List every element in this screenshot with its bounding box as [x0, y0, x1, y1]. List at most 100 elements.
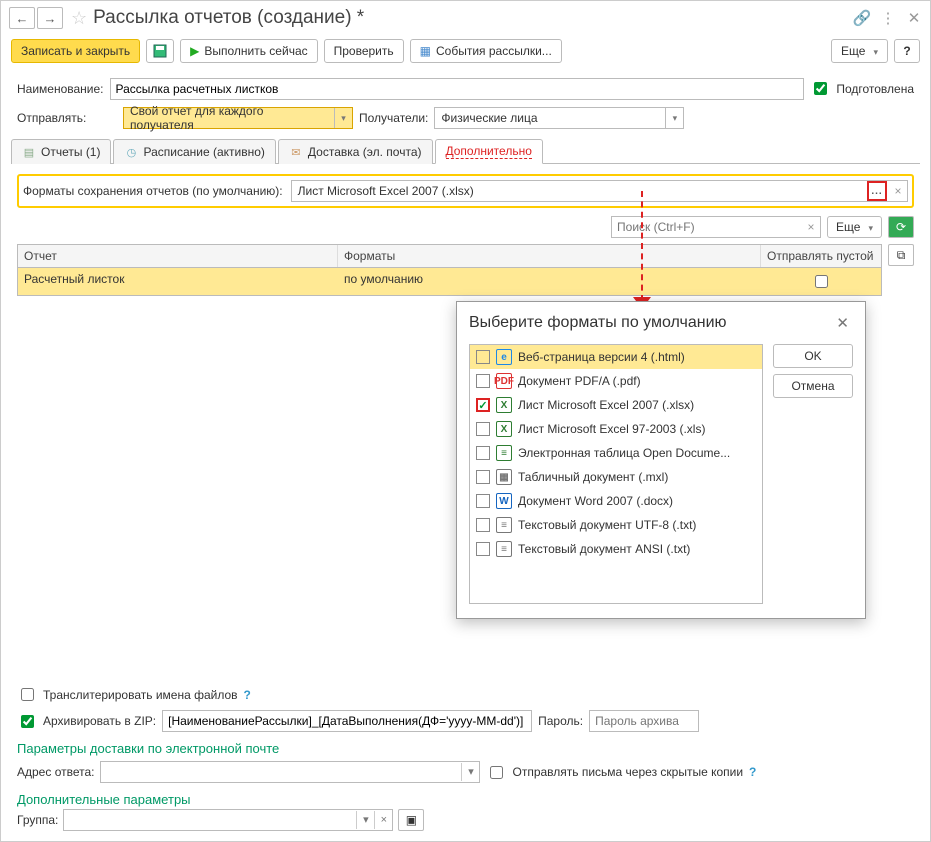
group-input[interactable]: ▾ × [63, 809, 393, 831]
execute-now-button[interactable]: ▶ Выполнить сейчас [180, 39, 318, 63]
save-button[interactable] [146, 39, 174, 63]
format-option[interactable]: PDFДокумент PDF/A (.pdf) [470, 369, 762, 393]
write-close-button[interactable]: Записать и закрыть [11, 39, 140, 63]
prepared-checkbox-wrap[interactable]: Подготовлена [810, 76, 914, 101]
copy-row-button[interactable]: ⧉ [888, 244, 914, 266]
translit-row: Транслитерировать имена файлов ? [17, 682, 914, 707]
format-checkbox[interactable] [476, 494, 490, 508]
recipients-select[interactable]: Физические лица ▾ [434, 107, 684, 129]
format-type-icon: X [496, 397, 512, 413]
favorite-star-icon[interactable]: ☆ [71, 8, 87, 29]
tab-reports[interactable]: ▤ Отчеты (1) [11, 139, 111, 164]
kebab-menu-icon[interactable]: ⋮ [880, 10, 896, 26]
format-option[interactable]: ≡Текстовый документ UTF-8 (.txt) [470, 513, 762, 537]
search-clear-button[interactable]: × [802, 220, 820, 234]
format-option[interactable]: eВеб-страница версии 4 (.html) [470, 345, 762, 369]
tab-additional-label: Дополнительно [446, 144, 532, 159]
format-type-icon: W [496, 493, 512, 509]
name-row: Наименование: Подготовлена [1, 73, 930, 104]
format-checkbox[interactable] [476, 350, 490, 364]
calendar-icon: ▦ [420, 44, 431, 58]
format-checkbox[interactable] [476, 446, 490, 460]
name-input[interactable] [110, 78, 805, 100]
table-row[interactable]: Расчетный листок по умолчанию [18, 268, 881, 295]
close-icon[interactable]: ✕ [906, 10, 922, 26]
popup-ok-button[interactable]: OK [773, 344, 853, 368]
tab-additional[interactable]: Дополнительно [435, 139, 543, 164]
format-checkbox[interactable] [476, 422, 490, 436]
title-right-controls: 🔗 ⋮ ✕ [854, 10, 922, 26]
format-label: Документ PDF/A (.pdf) [518, 374, 641, 388]
format-label: Электронная таблица Open Docume... [518, 446, 730, 460]
table-more-label: Еще [836, 220, 860, 234]
events-button[interactable]: ▦ События рассылки... [410, 39, 562, 63]
zip-password-input[interactable] [589, 710, 699, 732]
reports-table-wrap: Отчет Форматы Отправлять пустой Расчетны… [17, 244, 914, 296]
format-type-icon: ▦ [496, 469, 512, 485]
send-mode-select[interactable]: Свой отчет для каждого получателя ▾ [123, 107, 353, 129]
check-button[interactable]: Проверить [324, 39, 404, 63]
format-option[interactable]: W Документ Word 2007 (.docx) [470, 489, 762, 513]
popup-cancel-button[interactable]: Отмена [773, 374, 853, 398]
format-label: Лист Microsoft Excel 97-2003 (.xls) [518, 422, 705, 436]
formats-label: Форматы сохранения отчетов (по умолчанию… [23, 184, 283, 198]
translit-checkbox[interactable] [21, 688, 34, 701]
format-type-icon: e [496, 349, 512, 365]
table-header: Отчет Форматы Отправлять пустой [18, 245, 881, 268]
reply-address-input[interactable]: ▾ [100, 761, 480, 783]
format-option[interactable]: XЛист Microsoft Excel 97-2003 (.xls) [470, 417, 762, 441]
reports-table: Отчет Форматы Отправлять пустой Расчетны… [17, 244, 882, 296]
help-button[interactable]: ? [894, 39, 920, 63]
prepared-checkbox[interactable] [814, 82, 827, 95]
popup-title: Выберите форматы по умолчанию [469, 314, 727, 332]
bcc-help-button[interactable]: ? [749, 765, 756, 779]
format-option[interactable]: ≡Электронная таблица Open Docume... [470, 441, 762, 465]
nav-forward-button[interactable]: → [37, 7, 63, 29]
format-checkbox[interactable] [476, 518, 490, 532]
format-checkbox[interactable] [476, 542, 490, 556]
col-report: Отчет [18, 245, 338, 267]
format-option[interactable]: ▦Табличный документ (.mxl) [470, 465, 762, 489]
cell-send-empty[interactable] [761, 268, 881, 295]
tab-delivery[interactable]: ✉ Доставка (эл. почта) [278, 139, 433, 164]
zip-template-input[interactable] [162, 710, 532, 732]
events-label: События рассылки... [436, 44, 552, 58]
formats-input[interactable]: Лист Microsoft Excel 2007 (.xlsx) ... × [291, 180, 908, 202]
table-side-buttons: ⧉ [888, 244, 914, 296]
format-label: Документ Word 2007 (.docx) [518, 494, 673, 508]
tab-content-additional: Форматы сохранения отчетов (по умолчанию… [1, 164, 930, 301]
group-open-button[interactable]: ▣ [398, 809, 424, 831]
format-option[interactable]: ≡Текстовый документ ANSI (.txt) [470, 537, 762, 561]
bottom-panel: Транслитерировать имена файлов ? Архивир… [17, 682, 914, 831]
prepared-label: Подготовлена [836, 82, 914, 96]
format-option[interactable]: XЛист Microsoft Excel 2007 (.xlsx) [470, 393, 762, 417]
format-checkbox[interactable] [476, 398, 490, 412]
group-caret-button[interactable]: ▾ [356, 811, 374, 829]
tab-schedule[interactable]: ◷ Расписание (активно) [113, 139, 275, 164]
send-empty-checkbox[interactable] [815, 275, 828, 288]
save-icon [153, 44, 167, 58]
nav-back-button[interactable]: ← [9, 7, 35, 29]
main-toolbar: Записать и закрыть ▶ Выполнить сейчас Пр… [1, 35, 930, 73]
caret-down-icon: ▾ [665, 108, 683, 128]
bcc-checkbox[interactable] [490, 766, 503, 779]
zip-checkbox[interactable] [21, 715, 34, 728]
popup-close-button[interactable]: ✕ [832, 312, 853, 334]
group-clear-button[interactable]: × [374, 811, 392, 829]
formats-value: Лист Microsoft Excel 2007 (.xlsx) [292, 184, 867, 198]
format-checkbox[interactable] [476, 470, 490, 484]
format-checkbox[interactable] [476, 374, 490, 388]
formats-clear-button[interactable]: × [889, 184, 907, 198]
reply-caret-button[interactable]: ▾ [461, 763, 479, 781]
reply-label: Адрес ответа: [17, 765, 94, 779]
more-button[interactable]: Еще [831, 39, 888, 63]
link-icon[interactable]: 🔗 [854, 10, 870, 26]
caret-down-icon [870, 44, 878, 58]
table-more-button[interactable]: Еще [827, 216, 882, 238]
formats-open-dialog-button[interactable]: ... [867, 181, 887, 201]
translit-help-button[interactable]: ? [244, 688, 251, 702]
format-label: Текстовый документ ANSI (.txt) [518, 542, 690, 556]
bcc-label: Отправлять письма через скрытые копии [512, 765, 743, 779]
callout-arrow-line [641, 191, 643, 301]
refresh-button[interactable]: ⟳ [888, 216, 914, 238]
